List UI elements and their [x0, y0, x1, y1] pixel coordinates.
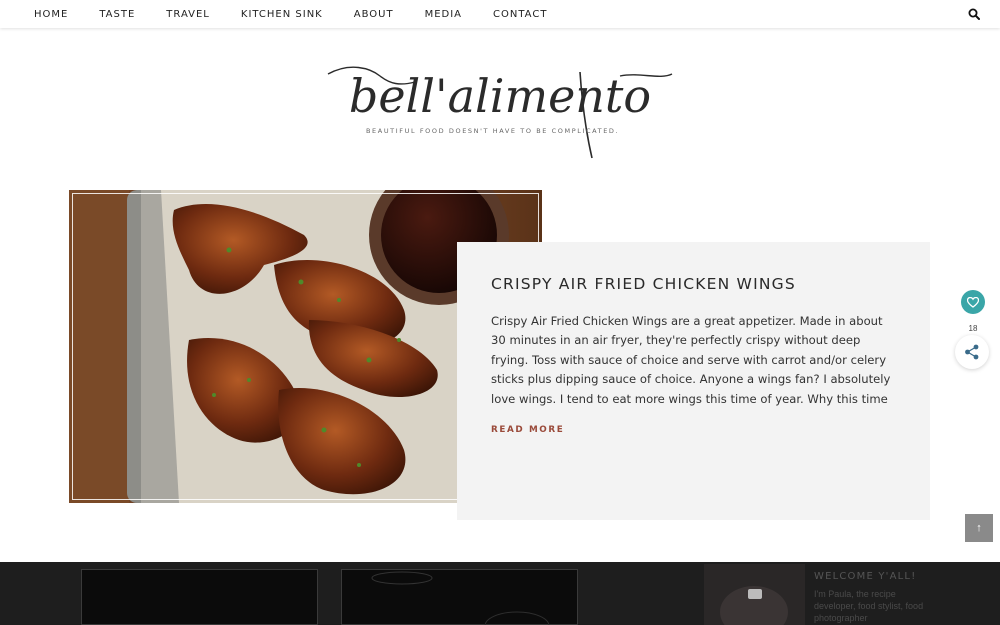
author-photo-image [704, 564, 805, 625]
welcome-heading: WELCOME Y'ALL! [814, 571, 917, 582]
thumbnail-image [371, 571, 550, 625]
logo-tagline: BEAUTIFUL FOOD DOESN'T HAVE TO BE COMPLI… [366, 127, 620, 135]
heart-icon [967, 296, 979, 308]
nav-item-home[interactable]: HOME [34, 9, 68, 20]
share-icon [965, 344, 979, 360]
nav-item-about[interactable]: ABOUT [354, 9, 394, 20]
nav-item-media[interactable]: MEDIA [425, 9, 462, 20]
nav-item-travel[interactable]: TRAVEL [166, 9, 210, 20]
share-button[interactable] [955, 335, 989, 369]
nav-item-contact[interactable]: CONTACT [493, 9, 547, 20]
read-more-link[interactable]: READ MORE [491, 425, 564, 435]
post-thumbnail[interactable] [81, 569, 318, 625]
save-heart-button[interactable] [961, 290, 985, 314]
nav-item-taste[interactable]: TASTE [99, 9, 135, 20]
search-icon[interactable] [968, 8, 980, 20]
featured-post-card: CRISPY AIR FRIED CHICKEN WINGS Crispy Ai… [457, 242, 930, 520]
back-to-top-button[interactable]: ↑ [965, 514, 993, 542]
post-excerpt: Crispy Air Fried Chicken Wings are a gre… [491, 314, 891, 406]
post-thumbnail[interactable] [341, 569, 578, 625]
post-title[interactable]: CRISPY AIR FRIED CHICKEN WINGS [491, 275, 796, 293]
welcome-text: I'm Paula, the recipe developer, food st… [814, 589, 924, 623]
author-photo[interactable] [704, 564, 805, 625]
top-navigation: HOME TASTE TRAVEL KITCHEN SINK ABOUT MED… [0, 0, 1000, 28]
logo-wordmark: bell'alimento [349, 69, 651, 123]
share-count: 18 [968, 324, 978, 333]
nav-item-kitchen-sink[interactable]: KITCHEN SINK [241, 9, 323, 20]
nav-menu: HOME TASTE TRAVEL KITCHEN SINK ABOUT MED… [34, 0, 578, 28]
site-logo[interactable]: bell'alimento [320, 42, 680, 166]
